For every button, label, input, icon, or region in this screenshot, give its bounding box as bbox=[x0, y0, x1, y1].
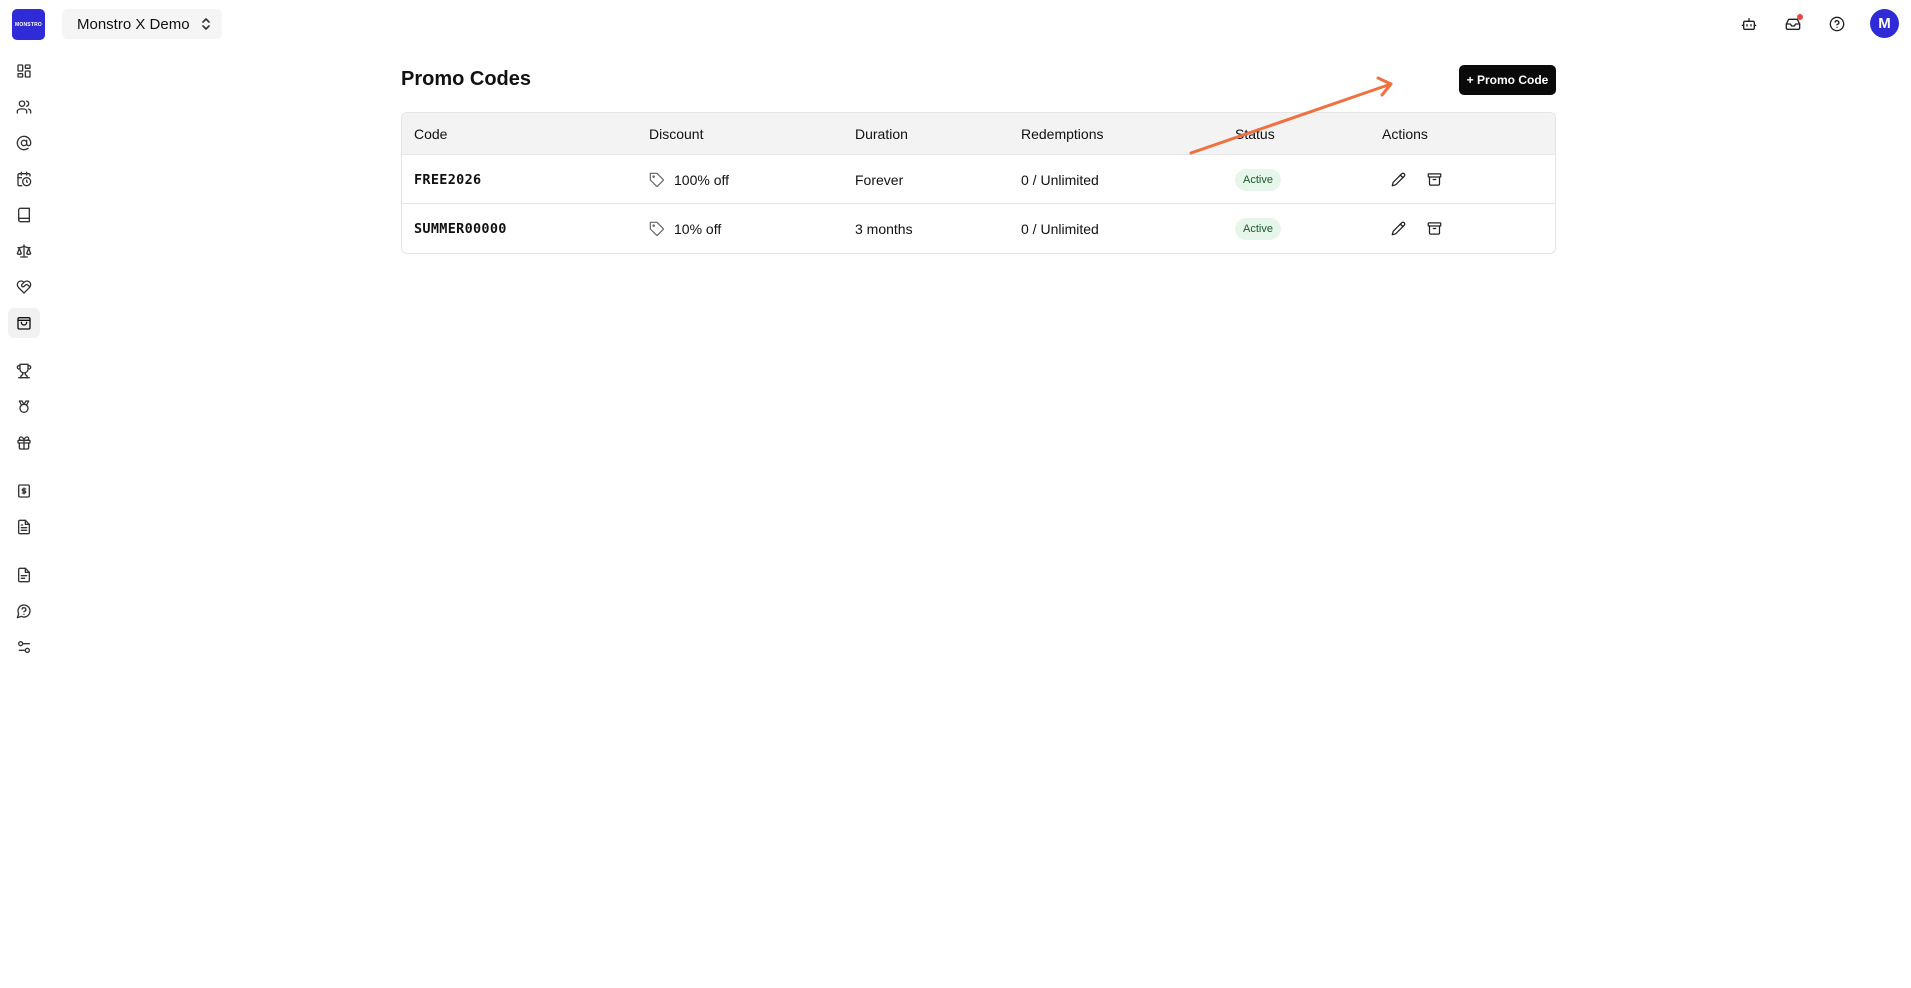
shopping-bag-icon bbox=[17, 317, 31, 330]
help-circle-icon bbox=[16, 604, 31, 619]
avatar-initial: M bbox=[1878, 15, 1891, 32]
discount-value: 100% off bbox=[674, 171, 730, 188]
sidebar-item-users[interactable] bbox=[8, 92, 40, 122]
dollar-receipt-icon bbox=[18, 484, 30, 498]
gift-icon bbox=[17, 436, 31, 450]
duration-value: Forever bbox=[855, 171, 904, 188]
column-header-actions: Actions bbox=[1382, 125, 1428, 142]
inbox-icon[interactable] bbox=[1782, 13, 1804, 35]
dashboard-icon bbox=[17, 64, 31, 78]
award-icon bbox=[18, 400, 30, 413]
tag-icon bbox=[649, 221, 665, 237]
notification-dot bbox=[1797, 13, 1803, 20]
duration-value: 3 months bbox=[855, 220, 913, 237]
promo-code: FREE2026 bbox=[414, 171, 482, 188]
table-row[interactable]: FREE2026 100% off Forever 0 / Unlimited … bbox=[402, 155, 1555, 204]
discount-value: 10% off bbox=[674, 220, 722, 237]
sidebar-item-dashboard[interactable] bbox=[8, 56, 40, 86]
page-title: Promo Codes bbox=[401, 68, 532, 90]
column-header-discount[interactable]: Discount bbox=[649, 126, 703, 142]
status-cell: Active bbox=[1235, 204, 1281, 253]
edit-pencil-icon[interactable] bbox=[1387, 169, 1409, 191]
redemptions-value: 0 / Unlimited bbox=[1021, 171, 1099, 188]
at-sign-icon bbox=[16, 135, 32, 151]
status-cell: Active bbox=[1235, 155, 1281, 204]
document-icon bbox=[18, 567, 30, 583]
workspace-name: Monstro X Demo bbox=[77, 15, 190, 33]
add-promo-code-button[interactable]: + Promo Code bbox=[1459, 65, 1556, 95]
sidebar-item-gifts[interactable] bbox=[8, 428, 40, 458]
help-circle-icon[interactable] bbox=[1826, 13, 1848, 35]
workspace-switcher[interactable]: Monstro X Demo bbox=[62, 9, 222, 39]
redemptions-value: 0 / Unlimited bbox=[1021, 220, 1099, 237]
calendar-clock-icon bbox=[17, 171, 32, 187]
bot-icon[interactable] bbox=[1738, 13, 1760, 35]
sidebar-item-email[interactable] bbox=[8, 128, 40, 158]
sidebar-item-legal[interactable] bbox=[8, 236, 40, 266]
column-header-code[interactable]: Code bbox=[414, 126, 447, 142]
promo-codes-table: Code Discount Duration Redemptions Statu… bbox=[401, 112, 1556, 254]
topbar-actions: M bbox=[1738, 9, 1899, 38]
tag-icon bbox=[649, 172, 665, 188]
actions-cell bbox=[1387, 204, 1459, 253]
table-header: Code Discount Duration Redemptions Statu… bbox=[402, 113, 1555, 155]
sidebar-item-rewards[interactable] bbox=[8, 392, 40, 422]
document-list-icon bbox=[18, 519, 30, 535]
sidebar-item-shop[interactable] bbox=[8, 308, 40, 338]
sidebar-item-billing[interactable] bbox=[8, 476, 40, 506]
actions-cell bbox=[1387, 155, 1459, 204]
logo-text: MONSTRO bbox=[15, 21, 42, 28]
settings-sliders-icon bbox=[17, 641, 30, 653]
avatar[interactable]: M bbox=[1870, 9, 1899, 38]
heart-handshake-icon bbox=[16, 280, 32, 294]
column-header-duration[interactable]: Duration bbox=[855, 126, 908, 142]
status-badge: Active bbox=[1235, 217, 1281, 240]
table-row[interactable]: SUMMER00000 10% off 3 months 0 / Unlimit… bbox=[402, 204, 1555, 253]
sidebar-item-settings[interactable] bbox=[8, 632, 40, 662]
sidebar-item-achievements[interactable] bbox=[8, 356, 40, 386]
sidebar-item-support[interactable] bbox=[8, 596, 40, 626]
sidebar-item-retention[interactable] bbox=[8, 272, 40, 302]
archive-icon[interactable] bbox=[1423, 169, 1445, 191]
book-icon bbox=[18, 207, 30, 223]
trophy-icon bbox=[16, 363, 32, 379]
column-header-status[interactable]: Status bbox=[1235, 126, 1275, 142]
column-header-redemptions[interactable]: Redemptions bbox=[1021, 126, 1104, 142]
scale-icon bbox=[16, 244, 32, 258]
sidebar-item-documents[interactable] bbox=[8, 560, 40, 590]
promo-code: SUMMER00000 bbox=[414, 220, 507, 237]
discount-cell: 10% off bbox=[649, 204, 721, 253]
status-badge: Active bbox=[1235, 168, 1281, 191]
edit-pencil-icon[interactable] bbox=[1387, 218, 1409, 240]
chevrons-up-down-icon bbox=[200, 17, 212, 31]
users-icon bbox=[16, 100, 32, 114]
sidebar-item-invoices[interactable] bbox=[8, 512, 40, 542]
discount-cell: 100% off bbox=[649, 155, 729, 204]
app-logo[interactable]: MONSTRO bbox=[12, 9, 45, 40]
sidebar-item-programs[interactable] bbox=[8, 200, 40, 230]
sidebar-item-schedule[interactable] bbox=[8, 164, 40, 194]
archive-icon[interactable] bbox=[1423, 218, 1445, 240]
